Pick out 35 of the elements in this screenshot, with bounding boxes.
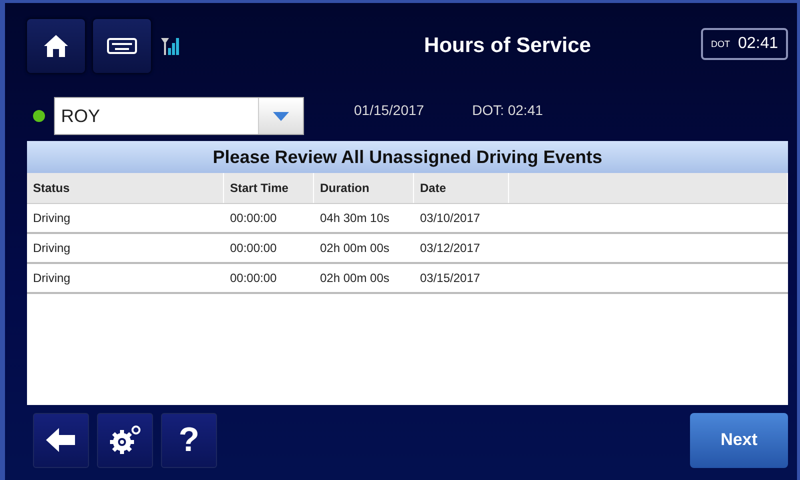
column-header: Date [414, 173, 509, 203]
table-cell-text: Driving [32, 270, 72, 287]
table-cell-text: Driving [32, 210, 72, 227]
column-header: Duration [314, 173, 414, 203]
left-arrow-icon [46, 427, 76, 453]
settings-icon [108, 424, 142, 456]
table-cell-text: 00:00:00 [229, 240, 278, 257]
table-cell-text: Driving [32, 240, 72, 257]
keyboard-icon [107, 38, 137, 54]
column-header: Start Time [224, 173, 314, 203]
settings-button[interactable] [97, 412, 153, 468]
screen-title: Hours of Service [423, 34, 592, 58]
driver-dropdown[interactable]: ROY [54, 97, 304, 135]
home-button[interactable] [27, 19, 85, 73]
dot-time: DOT: 02:41 [472, 102, 543, 118]
table-cell-text: 04h 30m 10s [319, 210, 390, 227]
table-cell-text: 03/15/2017 [419, 270, 482, 287]
current-date: 01/15/2017 [354, 102, 424, 118]
table-cell-text: 00:00:00 [229, 210, 278, 227]
next-button[interactable]: Next [690, 412, 788, 468]
column-header: Status [27, 173, 224, 203]
table-title: Please Review All Unassigned Driving Events [27, 141, 788, 173]
table-cell-text: 03/12/2017 [419, 240, 482, 257]
dot-clock-badge: DOT 02:41 [700, 28, 788, 60]
keyboard-button[interactable] [93, 19, 151, 73]
help-button[interactable]: ? [161, 412, 217, 468]
table-cell-text: 02h 00m 00s [319, 240, 390, 257]
table-cell-text: 00:00:00 [229, 270, 278, 287]
caret-icon [273, 112, 289, 120]
table-cell-text: 02h 00m 00s [319, 270, 390, 287]
table-cell-text: 03/10/2017 [419, 210, 482, 227]
signal-icon [161, 36, 181, 56]
back-button[interactable] [33, 412, 89, 468]
home-icon [43, 34, 69, 58]
status-dot [33, 110, 45, 122]
